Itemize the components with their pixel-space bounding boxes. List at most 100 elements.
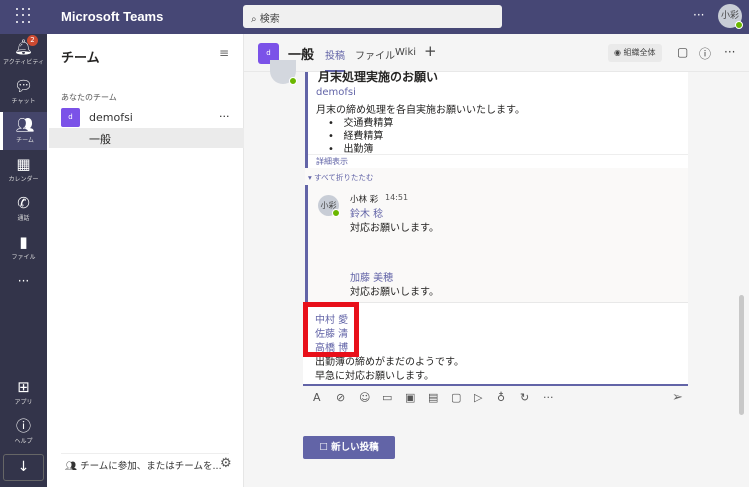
mention-link[interactable]: demofsi [316, 87, 356, 98]
join-team-button[interactable]: 👥︎ チームに参加、またはチームを... [65, 458, 222, 472]
divider [61, 453, 229, 454]
channel-label: 一般 [89, 133, 111, 146]
tab-files[interactable]: ファイル [355, 47, 395, 62]
info-icon[interactable]: ⓘ [699, 45, 711, 62]
org-label: 組織全体 [623, 48, 656, 57]
mention-link[interactable]: 鈴木 稔 [350, 205, 383, 220]
send-icon[interactable]: ➢ [672, 390, 683, 405]
gif-icon[interactable]: ▭ [382, 391, 405, 404]
meet-icon[interactable]: ▢ [677, 45, 688, 59]
calendar-icon: ▦ [16, 155, 31, 173]
rail-item-calendar[interactable]: ▦ カレンダー [0, 151, 47, 189]
reply-compose-box[interactable]: 中村 愛 佐藤 清 高橋 博 出勤簿の締めがまだのようです。 早急に対応お願いし… [303, 302, 688, 386]
rail-item-files[interactable]: ▮ ファイル [0, 229, 47, 267]
post-message: 月末処理実施のお願い demofsi 月末の締め処理を各自実施お願いいたします。… [305, 70, 688, 168]
section-label: あなたのチーム [61, 93, 117, 102]
reply-author: 小林 彩 [350, 195, 379, 205]
scrollbar[interactable] [739, 295, 744, 415]
filter-icon[interactable]: ≡ [219, 46, 229, 60]
format-icon[interactable]: A [313, 391, 336, 404]
rail-item-help[interactable]: ⓘ ヘルプ [0, 413, 47, 451]
panel-title: チーム [61, 51, 100, 66]
more-button[interactable]: ··· [724, 45, 735, 59]
join-team-icon: 👥︎ [65, 461, 81, 472]
sticker-icon[interactable]: ▣ [405, 391, 428, 404]
praise-icon[interactable]: ♁ [497, 391, 520, 404]
reply-time: 14:51 [385, 193, 409, 202]
attach-icon[interactable]: ⊘ [336, 391, 359, 404]
emoji-icon[interactable]: ☺ [359, 391, 382, 404]
rail-label: カレンダー [8, 176, 39, 183]
collapse-label: すべて折りたたむ [314, 173, 374, 182]
download-icon: ↓ [17, 459, 30, 475]
search-input[interactable]: ⌕ 検索 [243, 5, 502, 28]
more-button[interactable]: ··· [693, 8, 704, 22]
rail-label: 通話 [17, 215, 30, 222]
add-tab-button[interactable]: + [424, 42, 437, 60]
bell-icon: 🔔︎ [13, 38, 34, 56]
reply-text: 対応お願いします。 [350, 223, 439, 234]
team-more-button[interactable]: ··· [219, 110, 230, 123]
new-post-button[interactable]: ☐ 新しい投稿 [303, 436, 395, 459]
rail-item-teams[interactable]: 👥︎ チーム [0, 112, 47, 150]
rail-item-chat[interactable]: 💬︎ チャット [0, 73, 47, 111]
search-icon: ⌕ [251, 14, 260, 25]
team-name: demofsi [89, 111, 133, 124]
rail-item-activity[interactable]: 🔔︎ 2 アクティビティ [0, 34, 47, 72]
channel-header: d 一般 投稿 ファイル Wiki + ◉ 組織全体 ▢ ⓘ ··· [244, 34, 749, 72]
app-launcher-icon[interactable] [16, 8, 32, 24]
divider [308, 154, 688, 155]
download-button[interactable]: ↓ [3, 454, 44, 481]
notification-badge: 2 [27, 35, 38, 46]
title-bar: Microsoft Teams ⌕ 検索 ··· 小彩 [0, 0, 749, 34]
rail-label: チャット [11, 98, 36, 105]
loop-icon[interactable]: ↻ [520, 391, 543, 404]
more-apps-button[interactable]: ··· [0, 274, 47, 312]
teams-icon: 👥︎ [15, 116, 35, 134]
org-wide-badge[interactable]: ◉ 組織全体 [608, 44, 662, 62]
search-placeholder: 検索 [259, 14, 280, 25]
post-subject: 月末処理実施のお願い [318, 70, 439, 84]
avatar-initials: 小彩 [720, 11, 739, 21]
compose-text: 早急に対応お願いします。 [315, 371, 434, 382]
rail-item-apps[interactable]: ⊞ アプリ [0, 374, 47, 412]
app-rail: 🔔︎ 2 アクティビティ 💬︎ チャット 👥︎ チーム ▦ カレンダー ✆ 通話 ▮ ファイル… [0, 34, 47, 487]
channel-item-general[interactable]: 一般 [49, 128, 244, 148]
avatar: 小彩 [318, 195, 340, 217]
team-item[interactable]: d demofsi ··· [61, 108, 244, 128]
apps-icon: ⊞ [17, 378, 30, 396]
collapse-all-button[interactable]: ▾ すべて折りたたむ [305, 168, 688, 185]
eye-icon: ◉ [614, 48, 624, 57]
chat-icon: 💬︎ [13, 77, 34, 95]
show-more-link[interactable]: 詳細表示 [316, 156, 348, 167]
avatar [270, 60, 297, 85]
rail-label: アプリ [14, 399, 33, 406]
teams-panel: チーム ≡ あなたのチーム d demofsi ··· 一般 👥︎ チームに参加… [47, 34, 244, 487]
avatar[interactable]: 小彩 [718, 4, 743, 29]
reply-thread: 小彩 小林 彩 14:51 鈴木 稔 対応お願いします。 加藤 美穂 対応お願い… [305, 185, 688, 302]
rail-label: ヘルプ [14, 438, 33, 445]
status-available-icon [289, 77, 297, 85]
rail-label: チーム [16, 137, 34, 144]
status-available-icon [332, 209, 340, 217]
status-available-icon [735, 21, 743, 29]
team-avatar: d [61, 108, 80, 127]
phone-icon: ✆ [17, 194, 30, 212]
more-options-icon[interactable]: ··· [543, 391, 566, 404]
join-team-label: チームに参加、またはチームを... [80, 461, 222, 472]
gear-icon[interactable]: ⚙ [220, 456, 232, 471]
compose-toolbar: A ⊘ ☺ ▭ ▣ ▤ ▢ ▷ ♁ ↻ ··· [313, 391, 566, 404]
new-post-label: 新しい投稿 [331, 442, 379, 453]
mention-link[interactable]: 加藤 美穂 [350, 269, 393, 284]
list-item: • 出勤簿 [328, 144, 374, 155]
compose-icon: ☐ [319, 442, 332, 453]
reply-text: 対応お願いします。 [350, 287, 439, 298]
stream-icon[interactable]: ▷ [474, 391, 497, 404]
tab-wiki[interactable]: Wiki [395, 47, 416, 58]
rail-label: アクティビティ [3, 59, 44, 66]
rail-label: ファイル [11, 254, 36, 261]
schedule-meeting-icon[interactable]: ▤ [428, 391, 451, 404]
file-icon: ▮ [19, 233, 28, 251]
meet-now-icon[interactable]: ▢ [451, 391, 474, 404]
rail-item-calls[interactable]: ✆ 通話 [0, 190, 47, 228]
